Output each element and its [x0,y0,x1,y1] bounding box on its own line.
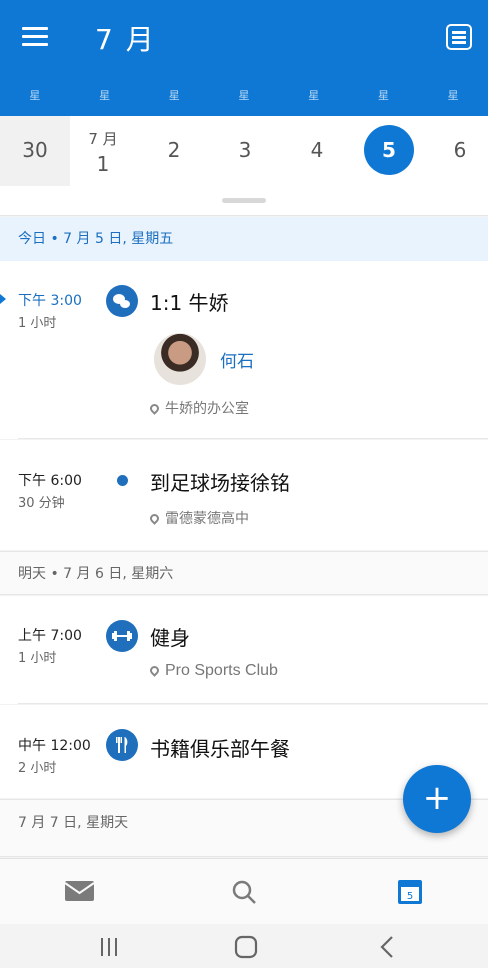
system-nav-bar [0,924,488,968]
home-icon[interactable] [231,934,261,960]
event-item[interactable]: 下午 3:00 1 小时 1:1 牛娇 何石 牛娇的办公室 [0,261,488,439]
search-icon[interactable] [225,875,265,909]
date-number: 5 [382,138,396,162]
weekday-label: 星 [308,89,320,102]
divider [18,438,488,439]
month-title[interactable]: 7 月 [95,18,156,58]
event-item[interactable]: 下午 6:00 30 分钟 到足球场接徐铭 雷德蒙德高中 [0,440,488,550]
bottom-navigation: 5 [0,858,488,924]
event-location: 雷德蒙德高中 [148,508,249,528]
recent-apps-icon[interactable] [94,934,124,960]
date-cell-2[interactable]: 2 [139,116,209,186]
drag-handle[interactable] [222,198,266,203]
calendar-icon[interactable]: 5 [390,875,430,909]
date-cell-4[interactable]: 4 [282,116,352,186]
event-item[interactable]: 上午 7:00 1 小时 健身 Pro Sports Club [0,596,488,704]
event-duration: 1 小时 [18,651,57,666]
location-pin-icon [148,512,161,525]
location-text: 牛娇的办公室 [165,401,249,417]
weekday-label: 星 [238,89,250,102]
date-cell-30[interactable]: 30 [0,116,70,186]
event-title: 健身 [150,626,190,650]
weekday-label: 星 [377,89,389,102]
event-title: 1:1 牛娇 [150,291,229,315]
chat-icon [106,285,138,317]
add-event-button[interactable]: + [403,765,471,833]
current-time-marker [0,294,6,304]
event-title: 到足球场接徐铭 [150,471,290,495]
date-number: 1 [96,152,110,176]
event-time: 下午 3:00 [18,293,82,309]
mail-icon[interactable] [60,875,100,909]
weekday-row: 星 星 星 星 星 星 星 [0,76,488,116]
back-icon[interactable] [372,934,402,960]
day-header-tomorrow: 明天 • 7 月 6 日, 星期六 [0,551,488,595]
app-bar: 7 月 [0,0,488,76]
svg-text:5: 5 [407,891,413,902]
day-header-today: 今日 • 7 月 5 日, 星期五 [0,217,488,261]
agenda-view-icon[interactable] [446,24,472,50]
event-time: 下午 6:00 [18,473,82,489]
weekday-label: 星 [447,89,459,102]
date-number: 2 [167,138,181,162]
divider [18,703,488,704]
date-cell-6[interactable]: 6 [425,116,488,186]
event-dot-icon [117,475,128,486]
event-duration: 1 小时 [18,316,57,331]
event-location: 牛娇的办公室 [148,398,249,418]
location-pin-icon [148,402,161,415]
weekday-label: 星 [168,89,180,102]
date-number: 4 [310,138,324,162]
location-pin-icon [148,664,161,677]
date-number: 6 [453,138,467,162]
date-number: 30 [22,138,48,162]
attendee-name[interactable]: 何石 [220,347,254,372]
date-month: 7 月 [88,130,118,148]
event-time: 中午 12:00 [18,738,91,754]
weekday-label: 星 [99,89,111,102]
date-number: 3 [238,138,252,162]
event-duration: 30 分钟 [18,496,65,511]
weekday-label: 星 [29,89,41,102]
dumbbell-icon [106,620,138,652]
fork-knife-icon [106,729,138,761]
location-text: Pro Sports Club [165,662,278,679]
event-duration: 2 小时 [18,761,57,776]
date-cell-1[interactable]: 7 月 1 [68,116,138,186]
event-time: 上午 7:00 [18,628,82,644]
event-location: Pro Sports Club [148,662,278,680]
event-title: 书籍俱乐部午餐 [150,737,290,761]
location-text: 雷德蒙德高中 [165,511,249,527]
date-strip: 30 7 月 1 2 3 4 5 6 [0,116,488,216]
menu-icon[interactable] [22,27,48,47]
avatar [154,333,206,385]
date-cell-5-selected[interactable]: 5 [354,116,424,186]
date-cell-3[interactable]: 3 [210,116,280,186]
